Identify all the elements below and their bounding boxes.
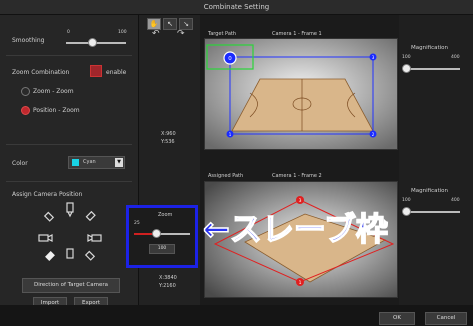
path-point-3-label: 3 xyxy=(372,55,375,60)
zoom-slider-fill xyxy=(134,233,154,235)
radio-zoom-zoom[interactable] xyxy=(21,87,30,96)
magnification-min-top: 100 xyxy=(402,55,411,60)
magnification-label-bottom: Magnification xyxy=(411,188,449,194)
camera-icon-selected[interactable] xyxy=(45,251,55,261)
path-point-2-label: 2 xyxy=(372,132,375,137)
top-coord-x: X:960 xyxy=(161,131,176,137)
target-camera-label: Camera 1 - Frame 1 xyxy=(272,31,322,37)
bottom-coord-y: Y:2160 xyxy=(159,283,176,289)
divider xyxy=(6,181,132,182)
redo-icon[interactable]: ↷ xyxy=(177,29,185,39)
assigned-camera-label: Camera 1 - Frame 2 xyxy=(272,173,322,179)
color-label: Color xyxy=(12,160,28,167)
radio-position-zoom-label: Position - Zoom xyxy=(33,107,80,114)
magnification-slider-top[interactable] xyxy=(404,68,460,70)
target-court-canvas: 0 3 1 2 xyxy=(205,39,397,149)
zoom-min: 25 xyxy=(134,221,140,226)
smoothing-max: 100 xyxy=(118,30,127,35)
magnification-slider-bottom[interactable] xyxy=(404,211,460,213)
enable-checkbox[interactable] xyxy=(90,65,102,77)
divider xyxy=(6,55,132,56)
right-panel: Magnification 100 400 Magnification 100 … xyxy=(399,15,473,305)
zoom-value-field[interactable]: 100 xyxy=(149,244,175,254)
cancel-button[interactable]: Cancel xyxy=(425,312,467,325)
zoom-label: Zoom xyxy=(158,212,173,218)
target-path-label: Target Path xyxy=(208,31,237,37)
zoom-callout-box: Zoom 25 100 xyxy=(126,205,198,268)
undo-icon[interactable]: ↶ xyxy=(152,29,160,39)
zoom-slider-knob[interactable] xyxy=(152,229,161,238)
magnification-max-top: 400 xyxy=(451,55,460,60)
slave-frame-annotation: ←スレーブ枠 xyxy=(202,209,388,249)
chevron-down-icon[interactable]: ▼ xyxy=(115,158,123,167)
magnification-knob-top[interactable] xyxy=(402,64,411,73)
smoothing-slider-knob[interactable] xyxy=(88,38,97,47)
radio-zoom-zoom-label: Zoom - Zoom xyxy=(33,88,74,95)
camera-icon[interactable] xyxy=(66,248,74,259)
select-tool-icon[interactable]: ↖ xyxy=(163,18,177,30)
dialog-footer: OK Cancel xyxy=(0,305,473,326)
camera-icon[interactable] xyxy=(84,250,96,261)
bottom-coord-x: X:3840 xyxy=(159,275,177,281)
camera-icon[interactable] xyxy=(87,234,102,242)
magnification-max-bottom: 400 xyxy=(451,198,460,203)
color-select[interactable]: Cyan ▼ xyxy=(68,156,125,169)
camera-icon[interactable] xyxy=(85,210,96,222)
magnification-min-bottom: 100 xyxy=(402,198,411,203)
left-panel: Smoothing 0 100 Zoom Combination enable … xyxy=(0,15,139,326)
camera-icon[interactable] xyxy=(66,202,74,218)
direction-of-target-camera-button[interactable]: Direction of Target Camera xyxy=(22,278,120,293)
camera-icon[interactable] xyxy=(38,234,53,242)
path-point-1-label: 1 xyxy=(229,132,232,137)
ok-button[interactable]: OK xyxy=(379,312,415,325)
smoothing-label: Smoothing xyxy=(12,37,45,44)
assigned-point-3-label: 3 xyxy=(299,198,302,204)
window-title: Combinate Setting xyxy=(0,0,473,15)
top-coord-y: Y:536 xyxy=(161,139,175,145)
camera-icon[interactable] xyxy=(43,211,55,222)
zoom-combination-label: Zoom Combination xyxy=(12,69,70,76)
assigned-path-label: Assigned Path xyxy=(208,173,244,179)
smoothing-min: 0 xyxy=(67,30,70,35)
camera-position-icons xyxy=(38,202,102,261)
enable-label: enable xyxy=(106,69,127,76)
target-view[interactable]: 0 3 1 2 xyxy=(204,38,398,150)
color-swatch xyxy=(72,159,79,166)
magnification-label-top: Magnification xyxy=(411,45,449,51)
divider xyxy=(6,144,132,145)
radio-position-zoom[interactable] xyxy=(21,106,30,115)
color-value: Cyan xyxy=(83,159,96,165)
assign-camera-label: Assign Camera Position xyxy=(12,191,83,198)
assigned-point-1-label: 1 xyxy=(299,280,302,286)
path-point-0-label: 0 xyxy=(228,56,232,62)
magnification-knob-bottom[interactable] xyxy=(402,207,411,216)
